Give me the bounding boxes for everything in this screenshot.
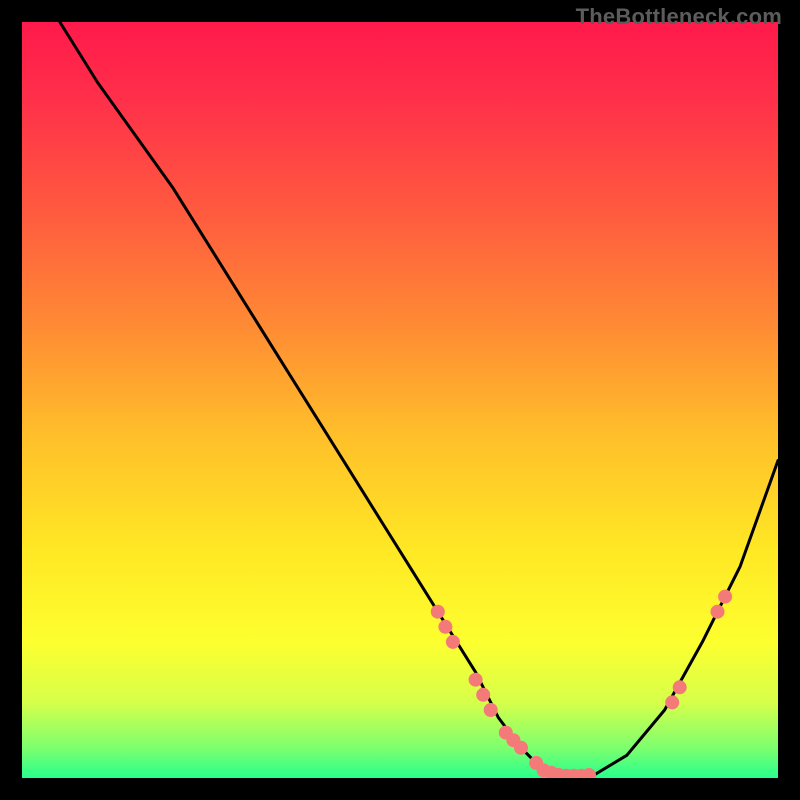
watermark-text: TheBottleneck.com <box>576 4 782 30</box>
curve-marker <box>469 673 483 687</box>
chart-plot <box>22 22 778 778</box>
curve-marker <box>476 688 490 702</box>
app-frame: TheBottleneck.com <box>0 0 800 800</box>
curve-marker <box>431 605 445 619</box>
curve-marker <box>718 590 732 604</box>
curve-marker <box>665 695 679 709</box>
curve-marker <box>673 680 687 694</box>
curve-marker <box>438 620 452 634</box>
curve-marker <box>514 741 528 755</box>
curve-marker <box>446 635 460 649</box>
chart-svg <box>22 22 778 778</box>
curve-marker <box>484 703 498 717</box>
curve-marker <box>711 605 725 619</box>
